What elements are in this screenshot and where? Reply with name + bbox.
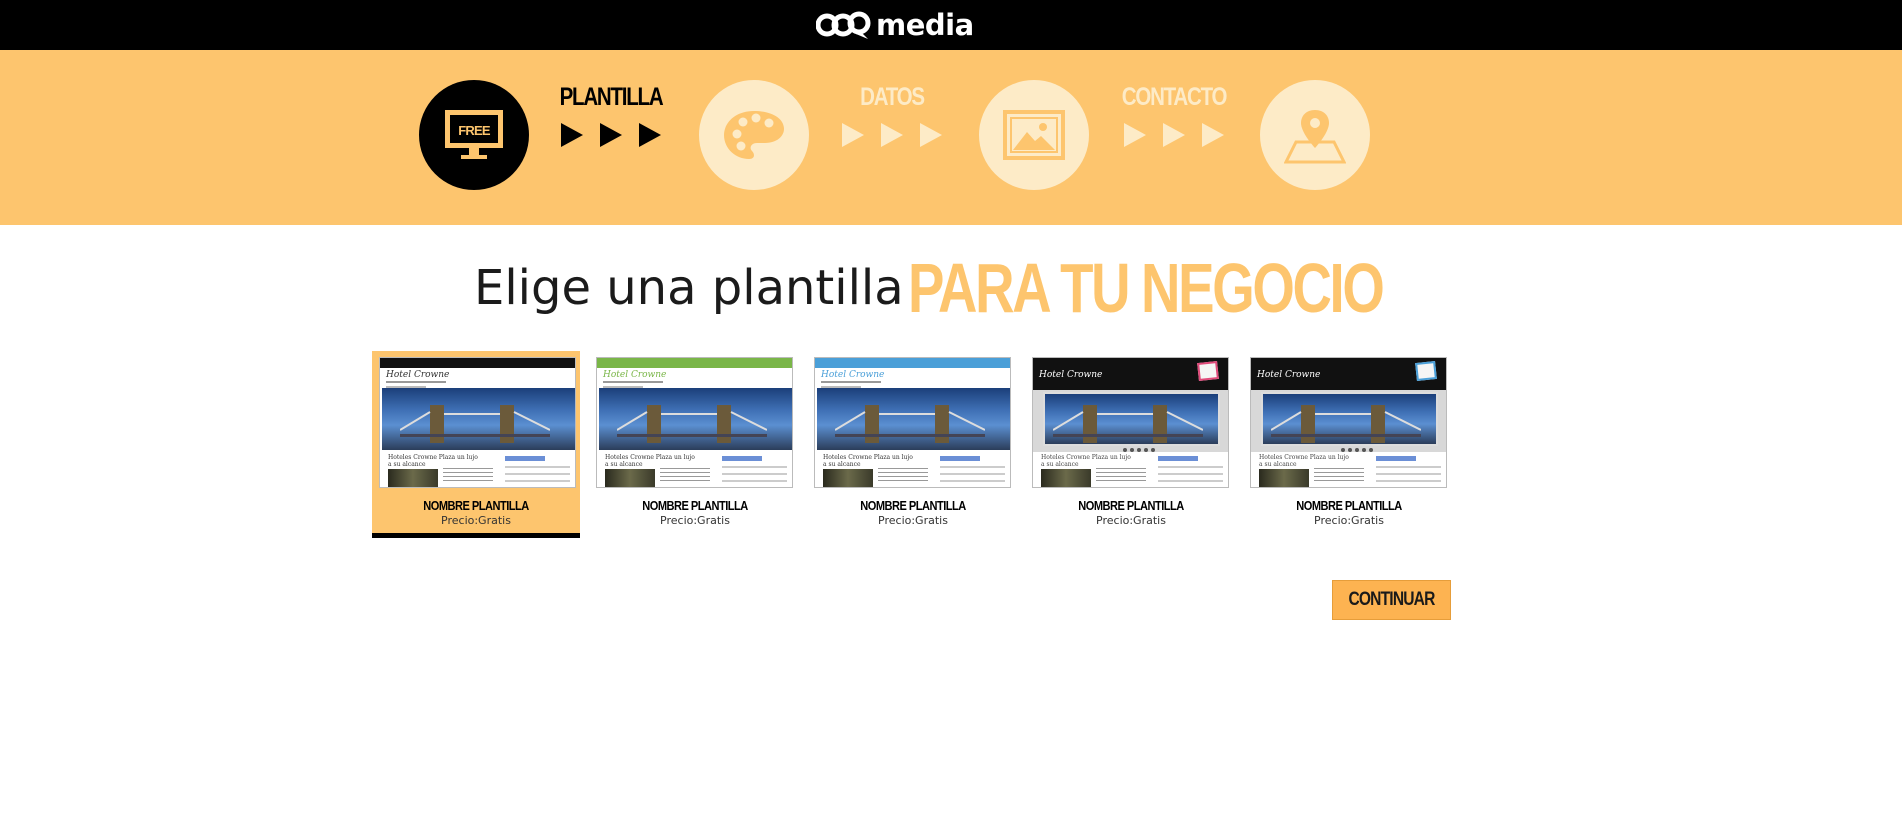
template-name: NOMBRE PLANTILLA [1078,498,1184,513]
step-map-circle[interactable] [1260,80,1370,190]
template-name: NOMBRE PLANTILLA [860,498,966,513]
step-arrows-3 [1124,123,1224,147]
map-pin-icon [1284,110,1346,164]
step-plantilla-circle[interactable]: FREE [419,80,529,190]
template-card[interactable]: Hotel Crowne Hoteles Crowne Plaza un lujo… [591,351,799,538]
step-contacto-circle[interactable] [979,80,1089,190]
template-price: Precio:Gratis [660,514,730,527]
logo-text: media [876,8,974,42]
template-price: Precio:Gratis [1314,514,1384,527]
headline-bold: PARA TU NEGOCIO [908,249,1385,327]
template-card[interactable]: Hotel Crowne Hoteles Crowne Plaza un lujo… [1027,351,1235,538]
template-name: NOMBRE PLANTILLA [642,498,748,513]
continue-button[interactable]: CONTINUAR [1332,580,1451,620]
template-thumbnail[interactable]: Hotel Crowne Hoteles Crowne Plaza un lujo… [814,357,1011,488]
step-arrows-1 [561,123,661,147]
step-label-datos: DATOS [860,83,925,111]
template-name: NOMBRE PLANTILLA [423,498,529,513]
template-price: Precio:Gratis [878,514,948,527]
headline: Elige una plantilla PARA TU NEGOCIO [0,248,1902,328]
template-thumbnail[interactable]: Hotel Crowne Hoteles Crowne Plaza un lujo… [379,357,576,488]
template-card[interactable]: Hotel Crowne Hoteles Crowne Plaza un lujo… [1245,351,1453,538]
step-arrows-2 [842,123,942,147]
template-card[interactable]: Hotel Crowne Hoteles Crowne Plaza un lujo… [809,351,1017,538]
steps-bar: FREE PLANTILLA DATOS CONTACTO [0,50,1902,225]
monitor-icon: FREE [445,110,503,159]
template-name: NOMBRE PLANTILLA [1296,498,1402,513]
step-label-plantilla: PLANTILLA [559,83,664,111]
step-label-contacto: CONTACTO [1121,83,1228,111]
template-thumbnail[interactable]: Hotel Crowne Hoteles Crowne Plaza un lujo… [1032,357,1229,488]
palette-icon [724,111,784,159]
template-thumbnail[interactable]: Hotel Crowne Hoteles Crowne Plaza un lujo… [1250,357,1447,488]
image-icon [1003,110,1065,160]
headline-light: Elige una plantilla [474,260,904,316]
free-label: FREE [458,123,491,138]
step-datos-circle[interactable] [699,80,809,190]
top-bar: media [0,0,1902,50]
template-price: Precio:Gratis [1096,514,1166,527]
logo[interactable]: media [816,7,974,43]
template-thumbnail[interactable]: Hotel Crowne Hoteles Crowne Plaza un lujo… [596,357,793,488]
template-card[interactable]: Hotel Crowne Hoteles Crowne Plaza un lujo… [372,351,580,538]
template-price: Precio:Gratis [441,514,511,527]
ooq-logo-icon [816,11,871,39]
